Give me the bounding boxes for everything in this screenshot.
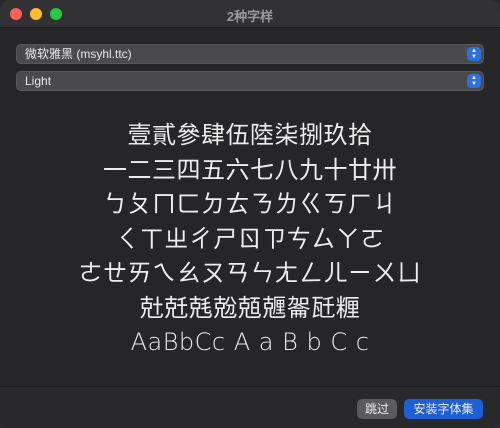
preview-line-financial-numerals: 壹貳參肆伍陸柒捌玖拾 — [127, 121, 373, 149]
skip-button[interactable]: 跳过 — [357, 399, 397, 419]
preview-line-bopomofo-2: ㄑㄒㄓㄔㄕㄖㄗㄘㄙㄚㄛ — [115, 224, 385, 253]
footer-bar: 跳过 安装字体集 — [0, 386, 500, 428]
preview-line-numerals: 一二三四五六七八九十廿卅 — [103, 155, 397, 184]
title-bar: 2种字样 — [0, 0, 500, 28]
window-title: 2种字样 — [226, 9, 274, 24]
chevron-up-down-icon: ▲ ▼ — [467, 47, 481, 61]
install-fonts-button[interactable]: 安装字体集 — [404, 399, 483, 419]
preview-line-bopomofo-1: ㄅㄆㄇㄈㄉㄊㄋㄌㄍㄎㄏㄐ — [103, 190, 397, 218]
font-weight-select[interactable]: Light ▲ ▼ — [16, 71, 484, 91]
font-weight-select-value: Light — [25, 74, 52, 88]
font-preview: 壹貳參肆伍陸柒捌玖拾 一二三四五六七八九十廿卅 ㄅㄆㄇㄈㄉㄊㄋㄌㄍㄎㄏㄐ ㄑㄒㄓ… — [0, 118, 500, 360]
font-file-select-value: 微软雅黑 (msyhl.ttc) — [25, 47, 132, 61]
chevron-up-down-icon: ▲ ▼ — [467, 74, 481, 88]
preview-line-latin: AaBbCc A a B b C c — [130, 328, 370, 356]
font-file-select[interactable]: 微软雅黑 (msyhl.ttc) ▲ ▼ — [16, 44, 484, 64]
font-install-window: 2种字样 微软雅黑 (msyhl.ttc) ▲ ▼ Light ▲ ▼ 壹貳參肆伍陸… — [0, 0, 500, 428]
preview-line-bopomofo-3: ㄜㄝㄞㄟㄠㄡㄢㄣㄤㄥㄦㄧㄨㄩ — [78, 259, 422, 287]
preview-line-units: 兙兛兞兝兡兣嗧瓩糎 — [139, 293, 361, 322]
